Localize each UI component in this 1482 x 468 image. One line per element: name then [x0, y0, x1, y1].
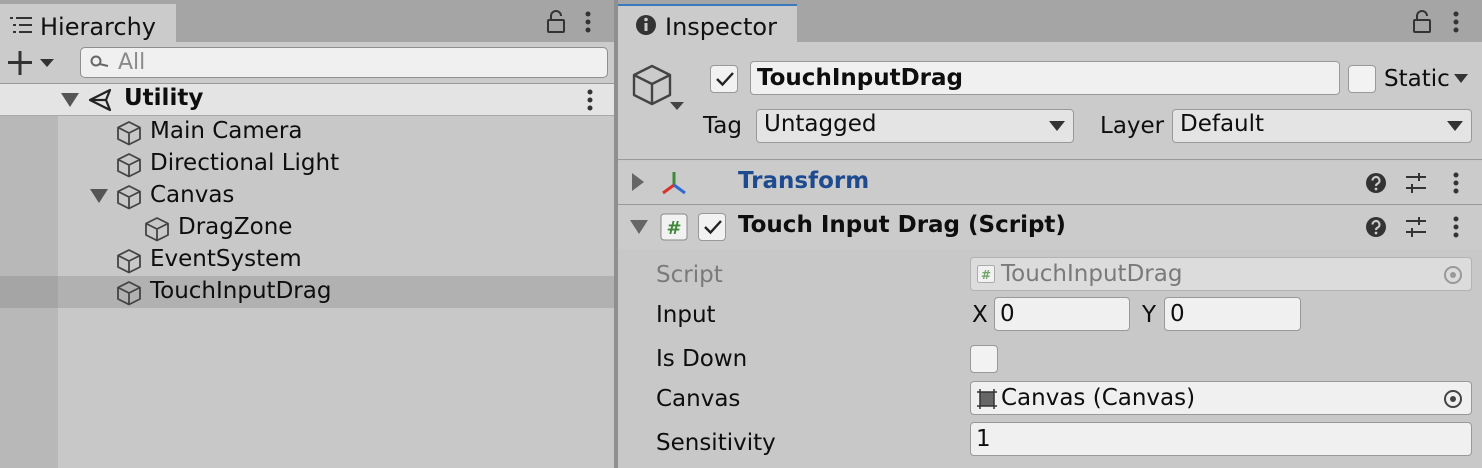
input-y-value: 0	[1170, 301, 1185, 327]
canvas-field-value: Canvas (Canvas)	[1001, 385, 1196, 411]
hierarchy-item-main-camera[interactable]: Main Camera	[0, 116, 614, 148]
hierarchy-item-label: DragZone	[178, 214, 293, 240]
gameobject-large-cube-icon[interactable]	[630, 62, 686, 118]
input-x-value: 0	[1000, 301, 1015, 327]
kebab-menu-icon[interactable]	[1452, 10, 1460, 34]
list-icon	[10, 16, 32, 34]
sensitivity-field-label: Sensitivity	[656, 430, 776, 456]
gameobject-cube-icon	[116, 184, 142, 210]
lock-icon[interactable]	[1412, 10, 1432, 34]
active-checkbox[interactable]	[710, 65, 738, 93]
hierarchy-item-label: Main Camera	[150, 118, 303, 144]
scene-name: Utility	[124, 85, 204, 111]
chevron-down-icon	[1049, 121, 1065, 132]
input-x-label[interactable]: X	[972, 302, 988, 328]
hierarchy-tab[interactable]: Hierarchy	[0, 4, 176, 42]
lock-icon[interactable]	[546, 10, 566, 34]
hierarchy-item-directional-light[interactable]: Directional Light	[0, 148, 614, 180]
layer-label: Layer	[1100, 113, 1165, 139]
sensitivity-value: 1	[976, 426, 991, 452]
layer-dropdown[interactable]: Default	[1172, 109, 1472, 143]
tag-value: Untagged	[764, 111, 877, 137]
add-dropdown-button[interactable]	[8, 51, 58, 75]
script-enabled-checkbox[interactable]	[698, 213, 726, 241]
checkmark-icon	[703, 219, 723, 235]
gameobject-cube-icon	[116, 120, 142, 146]
sensitivity-field[interactable]: 1	[970, 422, 1472, 456]
input-field-label: Input	[656, 302, 716, 328]
object-picker-icon	[1443, 265, 1463, 285]
script-field-value: TouchInputDrag	[1001, 261, 1183, 287]
transform-component-header[interactable]: Transform	[618, 161, 1482, 205]
transform-title: Transform	[738, 168, 870, 194]
inspector-tab[interactable]: Inspector	[618, 4, 797, 42]
canvas-object-field[interactable]: Canvas (Canvas)	[970, 381, 1472, 415]
svg-text:#: #	[981, 268, 991, 282]
hierarchy-item-label: Canvas	[150, 182, 235, 208]
expand-arrow-icon[interactable]	[61, 93, 79, 107]
gameobject-cube-icon	[116, 280, 142, 306]
hierarchy-panel: Hierarchy All Utility Main Camera Direct…	[0, 0, 614, 468]
gameobject-cube-icon	[116, 248, 142, 274]
script-hash-icon: #	[660, 213, 688, 241]
static-dropdown-arrow-icon[interactable]	[1454, 74, 1468, 84]
hierarchy-tab-label: Hierarchy	[40, 13, 157, 41]
expand-arrow-icon[interactable]	[630, 220, 648, 234]
isdown-field-label: Is Down	[656, 346, 748, 372]
tag-label: Tag	[703, 113, 742, 139]
input-y-label[interactable]: Y	[1142, 302, 1156, 328]
collapse-arrow-icon[interactable]	[632, 173, 644, 191]
help-icon[interactable]	[1365, 172, 1387, 194]
inspector-panel: Inspector TouchInputDrag Static Tag Unta…	[618, 0, 1482, 468]
tag-dropdown[interactable]: Untagged	[756, 109, 1074, 143]
hierarchy-item-eventsystem[interactable]: EventSystem	[0, 244, 614, 276]
unity-scene-icon	[88, 88, 114, 112]
layer-value: Default	[1180, 111, 1265, 137]
object-picker-icon[interactable]	[1443, 389, 1463, 409]
script-field-label: Script	[656, 262, 723, 288]
info-icon	[635, 14, 657, 36]
inspector-tab-label: Inspector	[665, 13, 777, 41]
canvas-field-label: Canvas	[656, 386, 741, 412]
script-component-title: Touch Input Drag (Script)	[738, 212, 1066, 238]
hierarchy-item-canvas[interactable]: Canvas	[0, 180, 614, 212]
object-name-value: TouchInputDrag	[757, 65, 964, 91]
gameobject-cube-icon	[144, 216, 170, 242]
object-name-field[interactable]: TouchInputDrag	[750, 61, 1340, 95]
input-y-field[interactable]: 0	[1164, 297, 1301, 331]
scene-header-utility[interactable]: Utility	[0, 84, 614, 116]
hierarchy-item-dragzone[interactable]: DragZone	[0, 212, 614, 244]
script-hash-icon: #	[977, 265, 995, 283]
search-placeholder: All	[118, 50, 146, 75]
preset-sliders-icon[interactable]	[1405, 216, 1427, 238]
checkmark-icon	[715, 71, 735, 87]
hierarchy-item-label: TouchInputDrag	[150, 278, 332, 304]
static-checkbox[interactable]	[1348, 65, 1376, 93]
help-icon[interactable]	[1365, 216, 1387, 238]
scene-menu-icon[interactable]	[586, 89, 594, 111]
selection-gutter	[0, 276, 58, 308]
isdown-checkbox[interactable]	[970, 345, 998, 373]
input-x-field[interactable]: 0	[994, 297, 1130, 331]
expand-arrow-icon[interactable]	[90, 189, 108, 203]
search-icon	[90, 55, 110, 71]
static-label: Static	[1384, 66, 1450, 92]
hierarchy-item-label: EventSystem	[150, 246, 302, 272]
script-component-header[interactable]: # Touch Input Drag (Script)	[618, 205, 1482, 249]
search-input[interactable]: All	[80, 47, 608, 78]
canvas-icon	[976, 389, 998, 409]
transform-icon	[660, 169, 688, 197]
svg-text:#: #	[666, 218, 681, 239]
gameobject-cube-icon	[116, 152, 142, 178]
kebab-menu-icon[interactable]	[584, 10, 592, 34]
component-menu-icon[interactable]	[1452, 172, 1460, 194]
gameobject-header: TouchInputDrag Static Tag Untagged Layer…	[618, 42, 1482, 160]
hierarchy-item-touchinputdrag[interactable]: TouchInputDrag	[0, 276, 614, 308]
preset-sliders-icon[interactable]	[1405, 172, 1427, 194]
script-object-field: # TouchInputDrag	[970, 257, 1472, 291]
chevron-down-icon	[1447, 121, 1463, 132]
hierarchy-item-label: Directional Light	[150, 150, 340, 176]
component-menu-icon[interactable]	[1452, 216, 1460, 238]
